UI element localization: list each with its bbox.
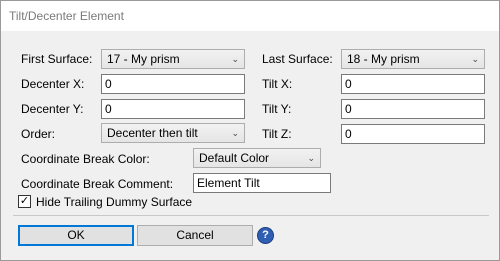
first-surface-label: First Surface:: [21, 52, 93, 66]
tilt-x-field[interactable]: [341, 74, 485, 94]
tilt-z-field[interactable]: [341, 124, 485, 144]
order-dropdown[interactable]: Decenter then tilt ⌄: [101, 123, 245, 143]
dialog-body: First Surface: 17 - My prism ⌄ Last Surf…: [1, 31, 499, 260]
first-surface-value: 17 - My prism: [107, 52, 180, 66]
chevron-down-icon: ⌄: [231, 128, 239, 138]
cb-color-dropdown[interactable]: Default Color ⌄: [193, 148, 321, 168]
dialog-window: Tilt/Decenter Element First Surface: 17 …: [0, 0, 500, 261]
order-value: Decenter then tilt: [107, 126, 198, 140]
last-surface-dropdown[interactable]: 18 - My prism ⌄: [341, 49, 485, 69]
last-surface-value: 18 - My prism: [347, 52, 420, 66]
cb-comment-label: Coordinate Break Comment:: [21, 177, 174, 191]
chevron-down-icon: ⌄: [231, 54, 239, 64]
cb-comment-field[interactable]: [193, 173, 331, 193]
dialog-title: Tilt/Decenter Element: [9, 9, 124, 23]
decenter-x-field[interactable]: [101, 74, 245, 94]
tilt-y-field[interactable]: [341, 99, 485, 119]
cancel-button[interactable]: Cancel: [137, 225, 253, 246]
decenter-y-field[interactable]: [101, 99, 245, 119]
chevron-down-icon: ⌄: [471, 54, 479, 64]
title-bar: Tilt/Decenter Element: [1, 1, 499, 31]
help-icon[interactable]: ?: [257, 227, 274, 244]
hide-dummy-label[interactable]: Hide Trailing Dummy Surface: [36, 195, 192, 209]
ok-button[interactable]: OK: [18, 225, 134, 246]
divider: [13, 215, 489, 216]
cb-color-value: Default Color: [199, 151, 270, 165]
tilt-z-label: Tilt Z:: [262, 127, 292, 141]
decenter-y-label: Decenter Y:: [21, 102, 84, 116]
decenter-x-label: Decenter X:: [21, 77, 85, 91]
first-surface-dropdown[interactable]: 17 - My prism ⌄: [101, 49, 245, 69]
chevron-down-icon: ⌄: [307, 153, 315, 163]
cb-color-label: Coordinate Break Color:: [21, 152, 150, 166]
tilt-y-label: Tilt Y:: [262, 102, 292, 116]
hide-dummy-checkbox[interactable]: ✓: [18, 195, 31, 208]
last-surface-label: Last Surface:: [262, 52, 333, 66]
tilt-x-label: Tilt X:: [262, 77, 293, 91]
order-label: Order:: [21, 127, 56, 141]
